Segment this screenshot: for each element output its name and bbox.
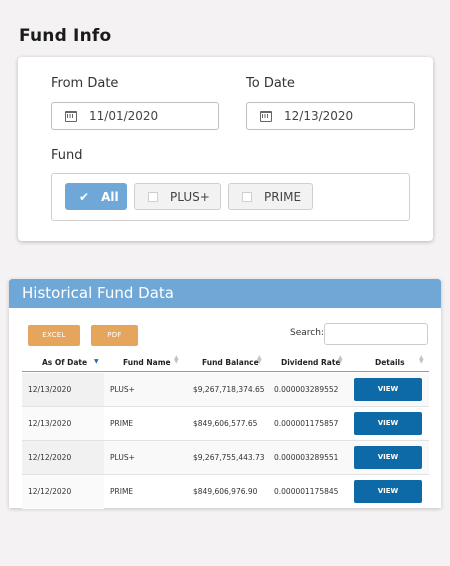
fund-option-label: All — [101, 189, 119, 204]
sort-icon[interactable]: ▲ ▼ — [174, 355, 180, 365]
sort-icon[interactable]: ▲ ▼ — [257, 355, 263, 365]
cell-date: 12/12/2020 — [28, 453, 72, 462]
pdf-export-button[interactable]: PDF — [91, 325, 138, 346]
view-button[interactable]: VIEW — [354, 480, 422, 503]
fund-selector: ✔ All PLUS+ PRIME — [51, 173, 410, 221]
cell-balance: $9,267,718,374.65 — [193, 385, 265, 394]
fund-label: Fund — [51, 148, 83, 163]
view-button[interactable]: VIEW — [354, 446, 422, 469]
from-date-label: From Date — [51, 76, 119, 91]
historical-fund-title: Historical Fund Data — [9, 279, 441, 308]
cell-rate: 0.000003289551 — [274, 453, 339, 462]
search-input[interactable] — [324, 323, 428, 345]
cell-fund: PRIME — [110, 419, 134, 428]
fund-option-plus[interactable]: PLUS+ — [134, 183, 221, 210]
cell-balance: $9,267,755,443.73 — [193, 453, 265, 462]
cell-fund: PLUS+ — [110, 453, 135, 462]
page-title: Fund Info — [19, 26, 112, 46]
view-button[interactable]: VIEW — [354, 412, 422, 435]
calendar-icon — [260, 110, 272, 122]
cell-rate: 0.000001175845 — [274, 487, 339, 496]
cell-rate: 0.000001175857 — [274, 419, 339, 428]
fund-option-label: PRIME — [264, 189, 302, 204]
column-header-fund-name[interactable]: Fund Name — [123, 358, 171, 367]
historical-fund-card: Historical Fund Data EXCEL PDF Search: A… — [9, 279, 441, 509]
column-header-details[interactable]: Details — [375, 358, 405, 367]
excel-export-button[interactable]: EXCEL — [28, 325, 80, 346]
sort-icon[interactable]: ▲ ▼ — [419, 355, 425, 365]
table-row: 12/13/2020 PRIME $849,606,577.65 0.00000… — [22, 407, 429, 441]
table-row: 12/13/2020 PLUS+ $9,267,718,374.65 0.000… — [22, 373, 429, 407]
fund-option-prime[interactable]: PRIME — [228, 183, 313, 210]
header-divider — [22, 371, 429, 372]
search-label: Search: — [290, 328, 324, 338]
column-header-dividend-rate[interactable]: Dividend Rate — [281, 358, 341, 367]
cell-date: 12/13/2020 — [28, 419, 72, 428]
checkmark-icon: ✔ — [79, 189, 90, 204]
cell-balance: $849,606,577.65 — [193, 419, 258, 428]
table-row: 12/12/2020 PLUS+ $9,267,755,443.73 0.000… — [22, 441, 429, 475]
to-date-label: To Date — [246, 76, 295, 91]
cell-date: 12/13/2020 — [28, 385, 72, 394]
cell-date: 12/12/2020 — [28, 487, 72, 496]
from-date-value: 11/01/2020 — [89, 109, 159, 123]
to-date-value: 12/13/2020 — [284, 109, 354, 123]
checkbox-icon — [148, 191, 158, 202]
filter-card: From Date 11/01/2020 To Date 12/13/2020 … — [18, 57, 433, 241]
sort-desc-icon[interactable]: ▲▼ — [94, 356, 100, 365]
cell-fund: PRIME — [110, 487, 134, 496]
fund-option-label: PLUS+ — [170, 189, 210, 204]
view-button[interactable]: VIEW — [354, 378, 422, 401]
cell-fund: PLUS+ — [110, 385, 135, 394]
calendar-icon — [65, 110, 77, 122]
fund-option-all[interactable]: ✔ All — [65, 183, 127, 210]
sort-icon[interactable]: ▲ ▼ — [338, 355, 344, 365]
from-date-field[interactable]: 11/01/2020 — [51, 102, 219, 130]
to-date-field[interactable]: 12/13/2020 — [246, 102, 415, 130]
checkbox-icon — [242, 191, 252, 202]
column-header-fund-balance[interactable]: Fund Balance — [202, 358, 259, 367]
column-header-as-of-date[interactable]: As Of Date — [42, 358, 87, 367]
table-row: 12/12/2020 PRIME $849,606,976.90 0.00000… — [22, 475, 429, 509]
cell-balance: $849,606,976.90 — [193, 487, 258, 496]
cell-rate: 0.000003289552 — [274, 385, 339, 394]
